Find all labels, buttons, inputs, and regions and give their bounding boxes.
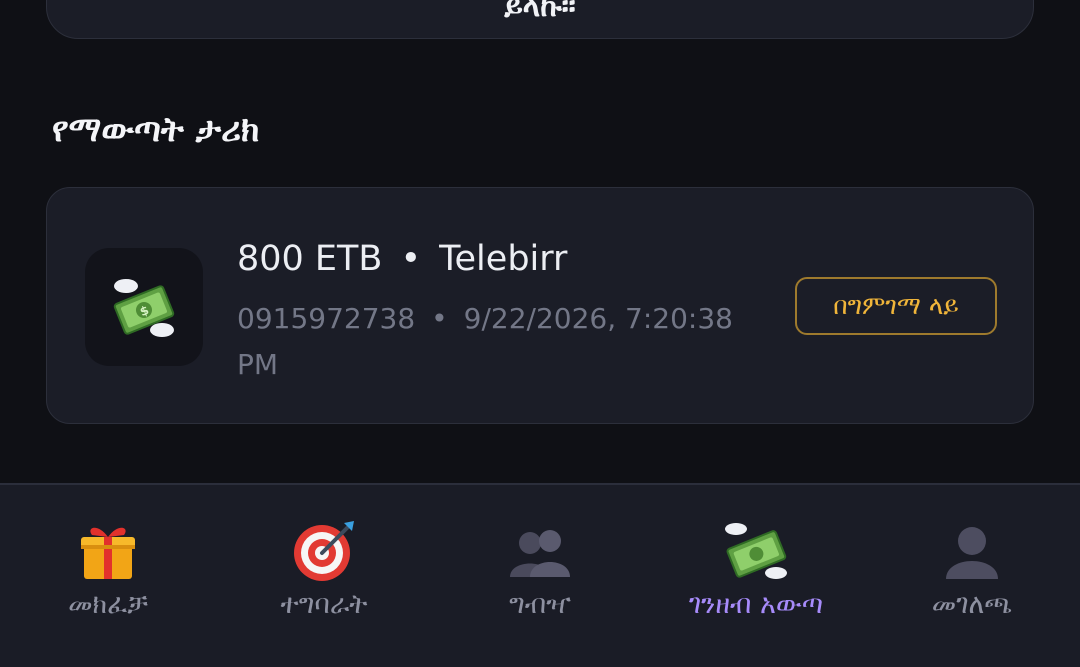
nav-label-invite: ግብዣ (509, 589, 571, 620)
transaction-amount: 800 ETB (237, 239, 383, 279)
instruction-text: ይላኩ። (504, 0, 576, 24)
nav-label-home: መክፈቻ (68, 589, 148, 620)
nav-label-profile: መገለጫ (931, 589, 1013, 620)
target-icon (294, 521, 354, 581)
nav-item-profile[interactable]: መገለጫ (864, 485, 1080, 667)
status-badge: በግምገማ ላይ (795, 277, 997, 335)
user-icon (946, 527, 998, 579)
transaction-phone: 0915972738 (237, 302, 416, 335)
nav-item-withdraw[interactable]: ገንዘብ አውጣ (648, 485, 864, 667)
money-with-wings-icon (725, 523, 787, 579)
bottom-navigation: መክፈቻ ተግባራት ግብዣ ገንዘብ አውጣ መገለጫ (0, 483, 1080, 667)
withdraw-page: ይላኩ። የማውጣት ታሪክ $ 800 ETB • Telebirr 091597… (0, 0, 1080, 667)
gift-icon (81, 527, 135, 579)
users-icon (510, 530, 570, 577)
money-with-wings-icon: $ (85, 248, 203, 366)
nav-label-withdraw: ገንዘብ አውጣ (688, 589, 824, 620)
instruction-card: ይላኩ። (46, 0, 1034, 39)
withdrawal-history-item[interactable]: $ 800 ETB • Telebirr 0915972738 • 9/22/2026,… (46, 187, 1034, 424)
nav-label-tasks: ተግባራት (280, 589, 368, 620)
nav-item-tasks[interactable]: ተግባራት (216, 485, 432, 667)
transaction-method: Telebirr (439, 239, 568, 279)
nav-item-invite[interactable]: ግብዣ (432, 485, 648, 667)
transaction-details: 0915972738 • 9/22/2026, 7:20:38 PM (237, 302, 733, 381)
transaction-amount-method: 800 ETB • Telebirr (237, 239, 568, 279)
nav-item-home[interactable]: መክፈቻ (0, 485, 216, 667)
page-title: የማውጣት ታሪክ (52, 110, 260, 150)
